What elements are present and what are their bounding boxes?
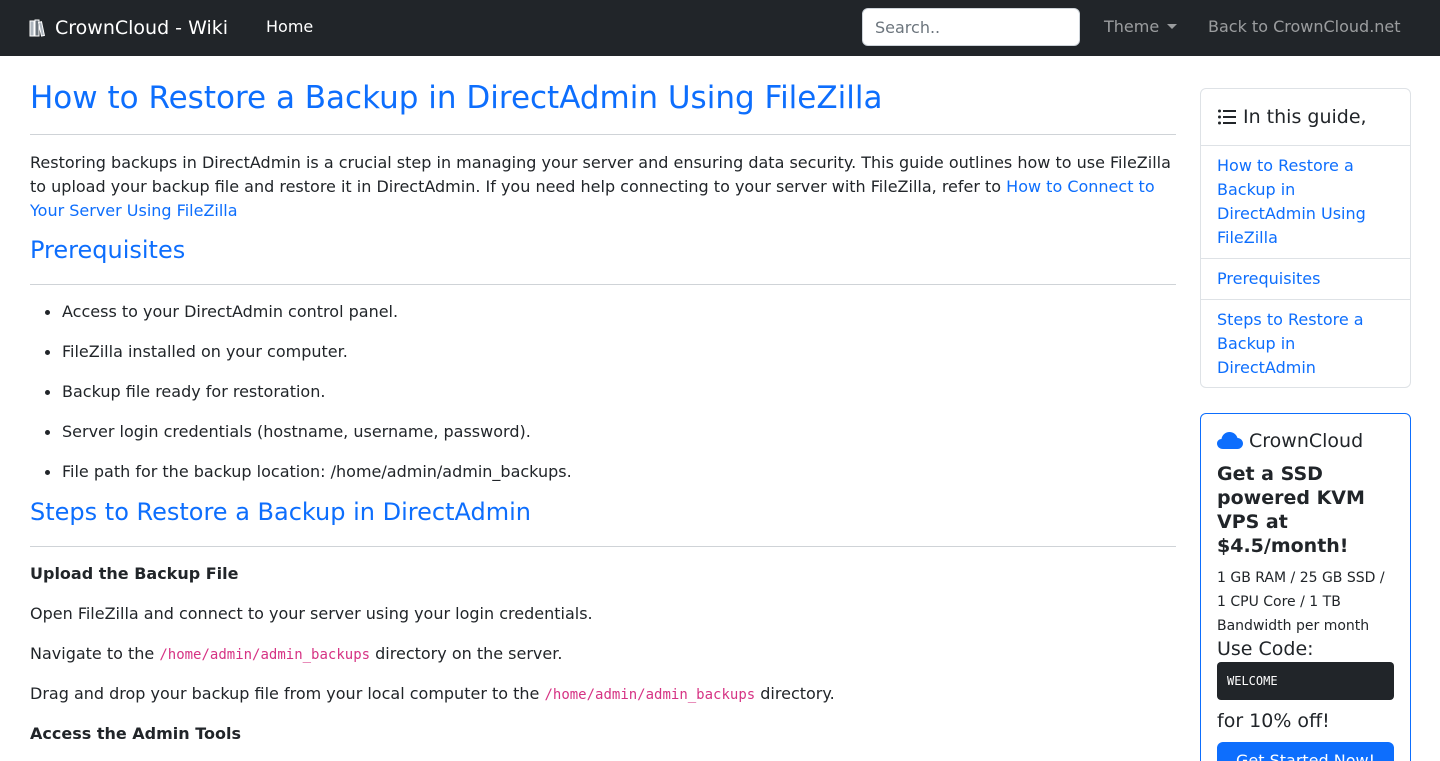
brand-link[interactable]: CrownCloud - Wiki: [29, 14, 228, 42]
list-item: File path for the backup location: /home…: [30, 460, 572, 500]
backup-path-code: /home/admin/admin_backups: [159, 647, 371, 663]
steps-divider: [30, 546, 1176, 547]
step-drag-drop: Drag and drop your backup file from your…: [30, 682, 835, 707]
step-navigate-after: directory on the server.: [370, 644, 563, 663]
brand-text: CrownCloud - Wiki: [55, 17, 229, 39]
steps-heading: Steps to Restore a Backup in DirectAdmin: [30, 498, 531, 526]
promo-code-label: Use Code:: [1217, 638, 1314, 660]
promo-title: CrownCloud: [1217, 430, 1363, 452]
step-open-filezilla: Open FileZilla and connect to your serve…: [30, 604, 593, 623]
caret-down-icon: [1167, 24, 1178, 29]
list-icon: [1218, 109, 1236, 125]
intro-text: Restoring backups in DirectAdmin is a cr…: [30, 153, 1171, 196]
step-navigate: Navigate to the /home/admin/admin_backup…: [30, 642, 562, 667]
title-divider: [30, 134, 1176, 135]
step-navigate-before: Navigate to the: [30, 644, 160, 663]
promo-code: WELCOME: [1217, 662, 1394, 700]
back-to-crowncloud-link[interactable]: Back to CrownCloud.net: [1208, 17, 1401, 36]
promo-brand: CrownCloud: [1249, 430, 1364, 452]
step-drag-after: directory.: [755, 684, 835, 703]
prerequisites-list: Access to your DirectAdmin control panel…: [30, 300, 572, 500]
upload-heading: Upload the Backup File: [30, 564, 239, 583]
list-item: Backup file ready for restoration.: [30, 380, 572, 420]
list-item: FileZilla installed on your computer.: [30, 340, 572, 380]
toc-card: In this guide, How to Restore a Backup i…: [1200, 88, 1411, 388]
promo-card: CrownCloud Get a SSD powered KVM VPS at …: [1200, 413, 1411, 761]
nav-home-link[interactable]: Home: [266, 17, 313, 36]
promo-spec: 1 GB RAM / 25 GB SSD / 1 CPU Core / 1 TB…: [1217, 570, 1385, 634]
promo-discount: for 10% off!: [1217, 710, 1330, 732]
toc-item-prerequisites[interactable]: Prerequisites: [1201, 259, 1410, 300]
backup-path-code: /home/admin/admin_backups: [544, 687, 756, 703]
books-icon: [29, 19, 46, 37]
admin-tools-heading: Access the Admin Tools: [30, 724, 242, 743]
toc-title: In this guide,: [1243, 106, 1367, 128]
theme-dropdown[interactable]: Theme: [1104, 17, 1178, 36]
get-started-button[interactable]: Get Started Now!: [1217, 742, 1394, 761]
toc-item-steps[interactable]: Steps to Restore a Backup in DirectAdmin: [1201, 300, 1410, 388]
navbar: CrownCloud - Wiki Home Theme Back to Cro…: [0, 0, 1440, 56]
prerequisites-divider: [30, 284, 1176, 285]
toc-header: In this guide,: [1201, 89, 1410, 146]
page-title: How to Restore a Backup in DirectAdmin U…: [30, 80, 883, 116]
theme-label: Theme: [1104, 17, 1160, 36]
search-input[interactable]: [862, 8, 1080, 46]
step-drag-before: Drag and drop your backup file from your…: [30, 684, 545, 703]
list-item: Server login credentials (hostname, user…: [30, 420, 572, 460]
prerequisites-heading: Prerequisites: [30, 236, 186, 264]
list-item: Access to your DirectAdmin control panel…: [30, 300, 572, 340]
promo-headline: Get a SSD powered KVM VPS at $4.5/month!: [1217, 463, 1365, 557]
toc-item-title[interactable]: How to Restore a Backup in DirectAdmin U…: [1201, 146, 1410, 259]
intro-paragraph: Restoring backups in DirectAdmin is a cr…: [30, 151, 1176, 223]
cloud-icon: [1217, 432, 1243, 449]
